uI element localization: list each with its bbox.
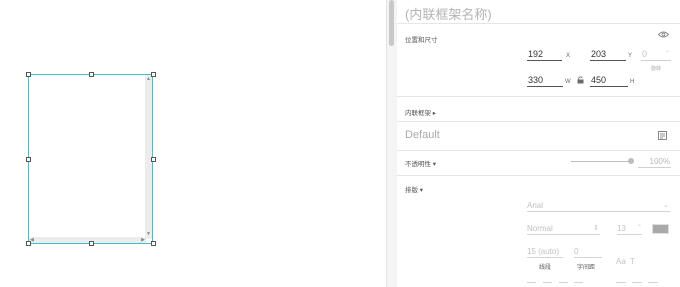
line-spacing-field[interactable]: 15 (auto) bbox=[527, 246, 563, 258]
x-unit-label: X bbox=[566, 53, 571, 59]
y-unit-label: Y bbox=[628, 53, 633, 59]
style-dropdown[interactable]: Default bbox=[405, 129, 440, 141]
align-right-icon[interactable] bbox=[559, 282, 568, 283]
font-size-value: 13 bbox=[617, 224, 626, 233]
resize-handle-bottom[interactable] bbox=[89, 241, 94, 246]
divider bbox=[397, 96, 680, 97]
divider bbox=[397, 175, 680, 176]
align-justify-icon[interactable] bbox=[574, 282, 583, 283]
resize-handle-bottom-right[interactable] bbox=[151, 241, 156, 246]
lock-icon[interactable] bbox=[577, 76, 584, 84]
opacity-value-field[interactable]: 100% bbox=[638, 156, 671, 168]
rotation-stepper-icon[interactable]: ⌃ bbox=[665, 49, 670, 60]
align-left-icon[interactable] bbox=[527, 282, 536, 283]
eye-icon[interactable] bbox=[658, 31, 669, 38]
char-spacing-field[interactable]: 0 bbox=[574, 246, 602, 258]
width-field[interactable]: 330 bbox=[527, 75, 563, 87]
valign-bottom-icon[interactable] bbox=[648, 282, 658, 283]
app-root: ▲ ▼ ◀ ▶ (内联框架名称) 位置和尺寸 192 X 203 Y 0 ⌃ 旋… bbox=[0, 0, 680, 287]
widget-name-input[interactable]: (内联框架名称) bbox=[405, 4, 492, 23]
height-field[interactable]: 450 bbox=[590, 75, 628, 87]
divider bbox=[397, 23, 680, 24]
text-color-swatch[interactable] bbox=[652, 224, 669, 234]
font-weight-value: Normal bbox=[527, 224, 553, 233]
char-spacing-label: 字间距 bbox=[577, 265, 596, 271]
inline-frame-section-toggle[interactable]: 内联框架 ▸ bbox=[405, 107, 436, 117]
font-size-field[interactable]: 13 ⌃ bbox=[617, 223, 642, 235]
stepper-icon: ⌃ bbox=[636, 225, 642, 231]
resize-handle-left[interactable] bbox=[26, 157, 31, 162]
chevron-down-icon: ⌄ bbox=[663, 202, 669, 209]
rotation-label: 旋转 bbox=[651, 66, 662, 72]
y-position-field[interactable]: 203 bbox=[590, 49, 626, 61]
inline-frame-widget[interactable]: ▲ ▼ ◀ ▶ bbox=[28, 74, 153, 244]
resize-handle-top-right[interactable] bbox=[151, 72, 156, 77]
x-position-field[interactable]: 192 bbox=[527, 49, 562, 61]
rotation-value: 0 bbox=[642, 49, 648, 59]
resize-handle-top-left[interactable] bbox=[26, 72, 31, 77]
text-case-icon[interactable]: Aa bbox=[616, 258, 626, 266]
design-canvas[interactable]: ▲ ▼ ◀ ▶ bbox=[0, 0, 386, 287]
style-edit-icon[interactable] bbox=[658, 131, 668, 140]
canvas-scrollbar-thumb[interactable] bbox=[389, 0, 394, 46]
font-weight-dropdown[interactable]: Normal ⇕ bbox=[527, 223, 600, 235]
scroll-down-arrow-icon[interactable]: ▼ bbox=[146, 232, 151, 237]
resize-handle-top[interactable] bbox=[89, 72, 94, 77]
h-unit-label: H bbox=[630, 79, 635, 85]
text-shadow-icon[interactable]: T bbox=[630, 258, 635, 266]
stepper-icon: ⇕ bbox=[593, 225, 599, 232]
valign-middle-icon[interactable] bbox=[632, 282, 642, 283]
typography-section-toggle[interactable]: 排版 ▾ bbox=[405, 184, 423, 194]
valign-top-icon[interactable] bbox=[616, 282, 626, 283]
resize-handle-right[interactable] bbox=[151, 157, 156, 162]
divider bbox=[397, 150, 680, 151]
resize-handle-bottom-left[interactable] bbox=[26, 241, 31, 246]
frame-horizontal-scrollbar[interactable]: ◀ ▶ bbox=[29, 237, 146, 243]
line-spacing-label: 线段 bbox=[539, 265, 552, 271]
font-family-dropdown[interactable]: Arial ⌄ bbox=[527, 200, 670, 212]
position-size-label: 位置和尺寸 bbox=[405, 37, 438, 44]
align-center-icon[interactable] bbox=[543, 282, 552, 283]
scroll-right-arrow-icon[interactable]: ▶ bbox=[141, 237, 145, 243]
font-family-value: Arial bbox=[527, 201, 544, 210]
scroll-up-arrow-icon[interactable]: ▲ bbox=[146, 77, 151, 82]
divider bbox=[397, 121, 680, 122]
opacity-section-toggle[interactable]: 不透明性 ▾ bbox=[405, 158, 436, 168]
rotation-field[interactable]: 0 ⌃ bbox=[641, 49, 671, 61]
opacity-slider-handle[interactable] bbox=[628, 158, 634, 164]
opacity-slider-track[interactable] bbox=[571, 161, 631, 162]
inspector-panel: (内联框架名称) 位置和尺寸 192 X 203 Y 0 ⌃ 旋转 330 W … bbox=[397, 0, 680, 287]
w-unit-label: W bbox=[565, 79, 571, 85]
